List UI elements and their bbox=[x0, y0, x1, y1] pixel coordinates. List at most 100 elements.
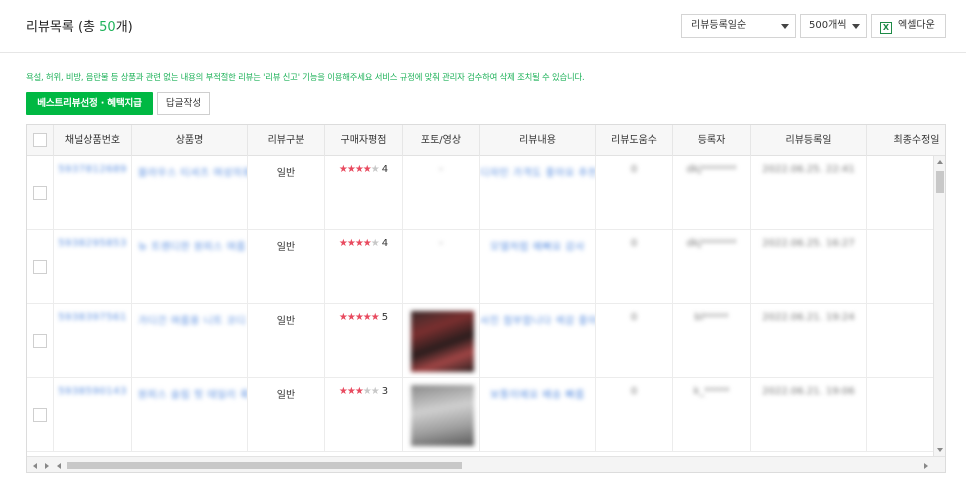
star-icon: ★ bbox=[370, 238, 380, 249]
cell-review-type: 일반 bbox=[248, 230, 325, 303]
column-header-photo-video[interactable]: 포토/영상 bbox=[403, 125, 480, 156]
table-row[interactable]: 5937812689블라우스 티셔츠 여성의류 코디일반★★★★★4-디자인 가… bbox=[27, 156, 933, 230]
cell-register-date: 2022.06.25. 22:41 bbox=[751, 156, 867, 229]
vertical-scroll-thumb[interactable] bbox=[936, 171, 944, 193]
scroll-left-icon[interactable] bbox=[33, 463, 37, 469]
header-bar: 리뷰목록 (총 50개) 리뷰등록일순 500개씩 X 엑셀다운 bbox=[0, 0, 966, 53]
per-page-value: 500개씩 bbox=[809, 20, 847, 31]
cell-modified-date: - bbox=[867, 156, 933, 229]
cell-register-date: 2022.06.21. 19:24 bbox=[751, 304, 867, 377]
cell-helpful-count: 0 bbox=[596, 304, 673, 377]
star-icon: ★ bbox=[354, 312, 364, 323]
horizontal-scrollbar[interactable] bbox=[27, 456, 945, 472]
sort-select[interactable]: 리뷰등록일순 bbox=[681, 14, 796, 38]
cell-review-content: 사진 첨부합니다 색감 좋아요 bbox=[480, 304, 596, 377]
product-name-text[interactable]: 원피스 슬림 핏 데일리 룩 bbox=[132, 386, 247, 401]
star-icon: ★ bbox=[370, 164, 380, 175]
row-checkbox[interactable] bbox=[33, 260, 47, 274]
cell-helpful-count: 0 bbox=[596, 378, 673, 451]
review-photo-thumbnail[interactable] bbox=[411, 311, 474, 372]
vertical-scrollbar[interactable] bbox=[933, 156, 945, 456]
cell-helpful-count: 0 bbox=[596, 230, 673, 303]
cell-photo-video bbox=[403, 304, 480, 377]
product-number-text[interactable]: 5938397561 bbox=[54, 312, 131, 323]
author-text: k_***** bbox=[693, 386, 730, 397]
select-all-checkbox[interactable] bbox=[33, 133, 47, 147]
table-row[interactable]: 5938295853 뉴 트렌디한 원피스 여름 일반 ★★★★★ 4 - 모델처럼 예뻐요… bbox=[27, 230, 933, 304]
star-icon: ★ bbox=[346, 312, 356, 323]
no-photo: - bbox=[439, 164, 443, 175]
review-content-text[interactable]: 사진 첨부합니다 색감 좋아요 bbox=[480, 312, 595, 327]
modified-date-text: - bbox=[867, 238, 933, 249]
row-checkbox[interactable] bbox=[33, 408, 47, 422]
review-content-text[interactable]: 모델처럼 예뻐요 감사 bbox=[480, 238, 595, 253]
review-type-text: 일반 bbox=[276, 242, 296, 253]
review-content-text[interactable]: 디자인 가격도 좋아요 추천 bbox=[480, 164, 595, 179]
scroll-left-icon[interactable] bbox=[57, 463, 61, 469]
star-icon: ★ bbox=[338, 386, 348, 397]
register-date-text: 2022.06.25. 16:27 bbox=[762, 238, 855, 249]
cell-author: bl***** bbox=[673, 304, 751, 377]
cell-buyer-rating: ★★★★★ 4 bbox=[325, 230, 403, 303]
best-review-button[interactable]: 베스트리뷰선정 · 혜택지급 bbox=[26, 92, 153, 115]
register-date-text: 2022.06.21. 19:24 bbox=[762, 312, 855, 323]
column-header-modified-date[interactable]: 최종수정일 bbox=[867, 125, 945, 156]
reply-button[interactable]: 답글작성 bbox=[157, 92, 210, 115]
review-photo-thumbnail[interactable] bbox=[411, 385, 474, 446]
grid-header: 채널상품번호 상품명 리뷰구분 구매자평점 포토/영상 리뷰내용 리뷰도움수 등록자 리뷰등록일… bbox=[27, 125, 945, 156]
row-checkbox[interactable] bbox=[33, 186, 47, 200]
product-number-text[interactable]: 5938590143 bbox=[54, 386, 131, 397]
row-check-cell bbox=[27, 304, 54, 377]
star-icon: ★ bbox=[362, 164, 372, 175]
scroll-down-icon[interactable] bbox=[937, 448, 943, 452]
author-text: bl***** bbox=[694, 312, 729, 323]
rating-stars: ★★★★★ bbox=[338, 386, 380, 397]
cell-buyer-rating: ★★★★★ 3 bbox=[325, 378, 403, 451]
column-header-review-type[interactable]: 리뷰구분 bbox=[248, 125, 325, 156]
star-icon: ★ bbox=[362, 312, 372, 323]
table-row[interactable]: 5938397561가디건 여름용 니트 코디 세트일반★★★★★5사진 첨부합… bbox=[27, 304, 933, 378]
scroll-right-icon[interactable] bbox=[924, 463, 928, 469]
excel-download-button[interactable]: X 엑셀다운 bbox=[871, 14, 946, 38]
star-icon: ★ bbox=[370, 386, 380, 397]
helpful-count-text: 0 bbox=[630, 386, 638, 397]
cell-register-date: 2022.06.25. 16:27 bbox=[751, 230, 867, 303]
column-header-author[interactable]: 등록자 bbox=[673, 125, 751, 156]
per-page-select[interactable]: 500개씩 bbox=[800, 14, 867, 38]
author-text: dkj******* bbox=[686, 164, 737, 175]
star-icon: ★ bbox=[370, 312, 380, 323]
helpful-count-text: 0 bbox=[630, 312, 638, 323]
star-icon: ★ bbox=[362, 238, 372, 249]
column-header-review-content[interactable]: 리뷰내용 bbox=[480, 125, 596, 156]
product-number-text[interactable]: 5937812689 bbox=[54, 164, 131, 175]
column-header-product-name[interactable]: 상품명 bbox=[132, 125, 248, 156]
register-date-text: 2022.06.21. 19:06 bbox=[762, 386, 855, 397]
scroll-right-icon[interactable] bbox=[45, 463, 49, 469]
chevron-down-icon bbox=[852, 24, 860, 29]
modified-date-text: - bbox=[867, 164, 933, 175]
rating-stars: ★★★★★ bbox=[339, 312, 380, 323]
column-header-buyer-rating[interactable]: 구매자평점 bbox=[325, 125, 403, 156]
column-header-helpful-count[interactable]: 리뷰도움수 bbox=[596, 125, 673, 156]
title-suffix: 개) bbox=[115, 20, 133, 35]
review-grid: 채널상품번호 상품명 리뷰구분 구매자평점 포토/영상 리뷰내용 리뷰도움수 등록자 리뷰등록일… bbox=[26, 124, 946, 473]
table-row[interactable]: 5938590143 원피스 슬림 핏 데일리 룩 일반 ★★★★★ 3 보통이에요 배송… bbox=[27, 378, 933, 452]
product-name-text[interactable]: 가디건 여름용 니트 코디 세트 bbox=[132, 312, 247, 327]
product-name-text[interactable]: 블라우스 티셔츠 여성의류 코디 bbox=[132, 164, 247, 179]
row-checkbox[interactable] bbox=[33, 334, 47, 348]
column-header-product-number[interactable]: 채널상품번호 bbox=[54, 125, 132, 156]
horizontal-scroll-thumb[interactable] bbox=[67, 462, 462, 469]
cell-product-number: 5938295853 bbox=[54, 230, 132, 303]
cell-product-name: 블라우스 티셔츠 여성의류 코디 bbox=[132, 156, 248, 229]
modified-date-text: - bbox=[867, 386, 933, 397]
column-header-register-date[interactable]: 리뷰등록일 bbox=[751, 125, 867, 156]
scroll-up-icon[interactable] bbox=[937, 160, 943, 164]
product-name-text[interactable]: 뉴 트렌디한 원피스 여름 bbox=[132, 238, 247, 253]
row-check-cell bbox=[27, 230, 54, 303]
review-content-text[interactable]: 보통이에요 배송 빠름 bbox=[480, 386, 595, 401]
no-photo: - bbox=[439, 238, 443, 249]
product-number-text[interactable]: 5938295853 bbox=[54, 238, 131, 249]
cell-register-date: 2022.06.21. 19:06 bbox=[751, 378, 867, 451]
cell-photo-video: - bbox=[403, 156, 480, 229]
star-icon: ★ bbox=[354, 164, 364, 175]
